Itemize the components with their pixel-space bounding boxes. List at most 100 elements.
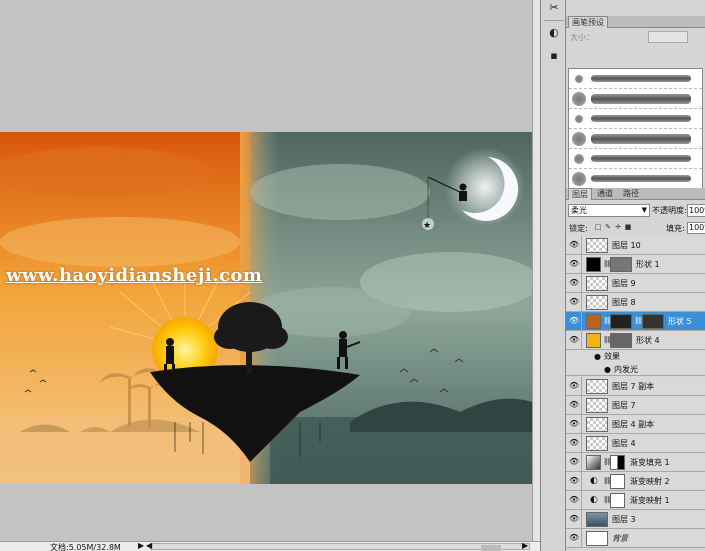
brush-size-row: 大小： (568, 30, 703, 46)
layer-mask-thumbnail (642, 314, 664, 329)
clone-source-icon[interactable]: ▪ (546, 48, 562, 64)
eye-icon[interactable]: ● (594, 350, 601, 363)
tab-brush-presets[interactable]: 画笔预设 (568, 16, 608, 28)
layer-color-swatch (586, 257, 601, 272)
brush-stroke-preview (591, 134, 691, 144)
brush-size-field[interactable] (648, 31, 688, 43)
layer-row[interactable]: 👁 ◐ ⛓ 渐变映射 2 (566, 472, 705, 491)
brush-preset-item[interactable] (569, 149, 702, 169)
layer-row[interactable]: 👁 图层 10 (566, 236, 705, 255)
eye-icon[interactable]: 👁 (569, 316, 579, 326)
eye-icon[interactable]: 👁 (569, 381, 579, 391)
layer-mask-thumbnail (610, 455, 625, 470)
document-size-info: 文档:5.05M/32.8M (50, 543, 121, 551)
layer-mask-thumbnail (610, 493, 625, 508)
brush-tip-icon (574, 154, 584, 164)
layer-thumbnail (586, 238, 608, 253)
layer-name: 背景 (612, 534, 628, 543)
eye-icon[interactable]: 👁 (569, 495, 579, 505)
layer-name: 形状 4 (636, 336, 660, 345)
scroll-left-arrow-icon[interactable]: ◀ (146, 541, 152, 550)
layer-row[interactable]: 👁 ◐ ⛓ 渐变映射 1 (566, 491, 705, 510)
eye-icon[interactable]: 👁 (569, 259, 579, 269)
layer-row-selected[interactable]: 👁 ⛓ ⛓ 形状 5 (566, 312, 705, 331)
layer-mask-thumbnail (610, 474, 625, 489)
eye-icon[interactable]: 👁 (569, 335, 579, 345)
canvas-horizontal-scrollbar[interactable] (150, 543, 530, 551)
tools-icon[interactable]: ✂ (546, 0, 562, 16)
layer-row[interactable]: 👁 ⛓ 形状 1 (566, 255, 705, 274)
scrollbar-thumb[interactable] (481, 545, 501, 551)
layer-row[interactable]: 👁 图层 4 副本 (566, 415, 705, 434)
layer-row[interactable]: 👁 ⛓ 渐变填充 1 (566, 453, 705, 472)
tab-layers[interactable]: 图层 (568, 188, 592, 200)
brush-preset-icon[interactable]: ◐ (546, 25, 562, 41)
eye-icon[interactable]: 👁 (569, 438, 579, 448)
blend-mode-row: 柔光 ▼ 不透明度: 100% (566, 202, 705, 218)
canvas-vertical-scrollbar[interactable] (532, 0, 540, 541)
tab-channels[interactable]: 通道 (594, 188, 616, 200)
layer-row[interactable]: 👁 ⛓ 形状 4 (566, 331, 705, 350)
layer-name: 图层 8 (612, 298, 636, 307)
fill-label: 填充: (666, 224, 685, 233)
right-panels: 画笔预设 大小： 图层 通道 路径 柔光 ▼ 不透明度: 100% (566, 0, 705, 551)
artwork-image[interactable]: ★ (0, 132, 532, 484)
eye-icon[interactable]: 👁 (569, 240, 579, 250)
brush-stroke-preview (591, 94, 691, 104)
brush-preset-item[interactable] (569, 69, 702, 89)
layer-thumbnail (586, 295, 608, 310)
lock-position-icon[interactable]: ✛ (614, 223, 622, 231)
status-menu-arrow-icon[interactable]: ▶ (138, 541, 144, 550)
tab-paths[interactable]: 路径 (620, 188, 642, 200)
lock-label: 锁定: (569, 224, 588, 233)
eye-icon[interactable]: 👁 (569, 457, 579, 467)
layer-thumbnail (586, 531, 608, 546)
layer-effects-row[interactable]: ● 效果 (566, 350, 705, 363)
eye-icon[interactable]: 👁 (569, 476, 579, 486)
fill-field[interactable]: 100% (687, 222, 705, 234)
eye-icon[interactable]: 👁 (569, 297, 579, 307)
status-bar: 文档:5.05M/32.8M ▶ ◀ ▶ (0, 541, 565, 551)
opacity-label: 不透明度: (652, 206, 687, 215)
eye-icon[interactable]: 👁 (569, 278, 579, 288)
layer-row[interactable]: 👁 图层 4 (566, 434, 705, 453)
panel-dock-strip: ✂ ◐ ▪ (540, 0, 566, 551)
document-canvas-area[interactable]: ★ www.haoyidiansheji.com (0, 0, 532, 541)
layer-name: 图层 4 (612, 439, 636, 448)
layer-thumbnail (586, 436, 608, 451)
eye-icon[interactable]: 👁 (569, 514, 579, 524)
layer-row[interactable]: 👁 图层 7 (566, 396, 705, 415)
brush-preset-item[interactable] (569, 109, 702, 129)
layer-row[interactable]: 👁 图层 8 (566, 293, 705, 312)
brush-tip-icon (572, 172, 586, 186)
lock-pixels-icon[interactable]: ✎ (604, 223, 612, 231)
scroll-right-arrow-icon[interactable]: ▶ (522, 541, 528, 550)
layer-row[interactable]: 👁 图层 9 (566, 274, 705, 293)
lock-transparency-icon[interactable]: □ (594, 223, 602, 231)
vector-mask-thumbnail (610, 333, 632, 348)
svg-text:★: ★ (423, 221, 431, 231)
eye-icon[interactable]: ● (604, 363, 611, 376)
brush-preset-list[interactable] (568, 68, 703, 190)
layer-name: 图层 4 副本 (612, 420, 655, 429)
brush-preset-item[interactable] (569, 89, 702, 109)
layer-thumbnail (586, 417, 608, 432)
layer-row[interactable]: 👁 图层 7 副本 (566, 377, 705, 396)
layer-thumbnail (586, 379, 608, 394)
brush-preset-item[interactable] (569, 169, 702, 189)
layer-row[interactable]: 👁 图层 3 (566, 510, 705, 529)
brush-preset-item[interactable] (569, 129, 702, 149)
blend-mode-value: 柔光 (571, 206, 587, 215)
layer-thumbnail (586, 398, 608, 413)
layer-row-background[interactable]: 👁 背景 (566, 529, 705, 548)
opacity-field[interactable]: 100% (687, 204, 705, 217)
blend-mode-select[interactable]: 柔光 ▼ (568, 204, 650, 217)
eye-icon[interactable]: 👁 (569, 533, 579, 543)
effects-label: 效果 (604, 352, 620, 361)
inner-glow-effect-row[interactable]: ● 内发光 (566, 363, 705, 376)
layer-name: 渐变填充 1 (630, 458, 670, 467)
brush-presets-panel: 画笔预设 大小： (566, 14, 705, 190)
eye-icon[interactable]: 👁 (569, 400, 579, 410)
eye-icon[interactable]: 👁 (569, 419, 579, 429)
lock-all-icon[interactable]: ■ (624, 223, 632, 231)
